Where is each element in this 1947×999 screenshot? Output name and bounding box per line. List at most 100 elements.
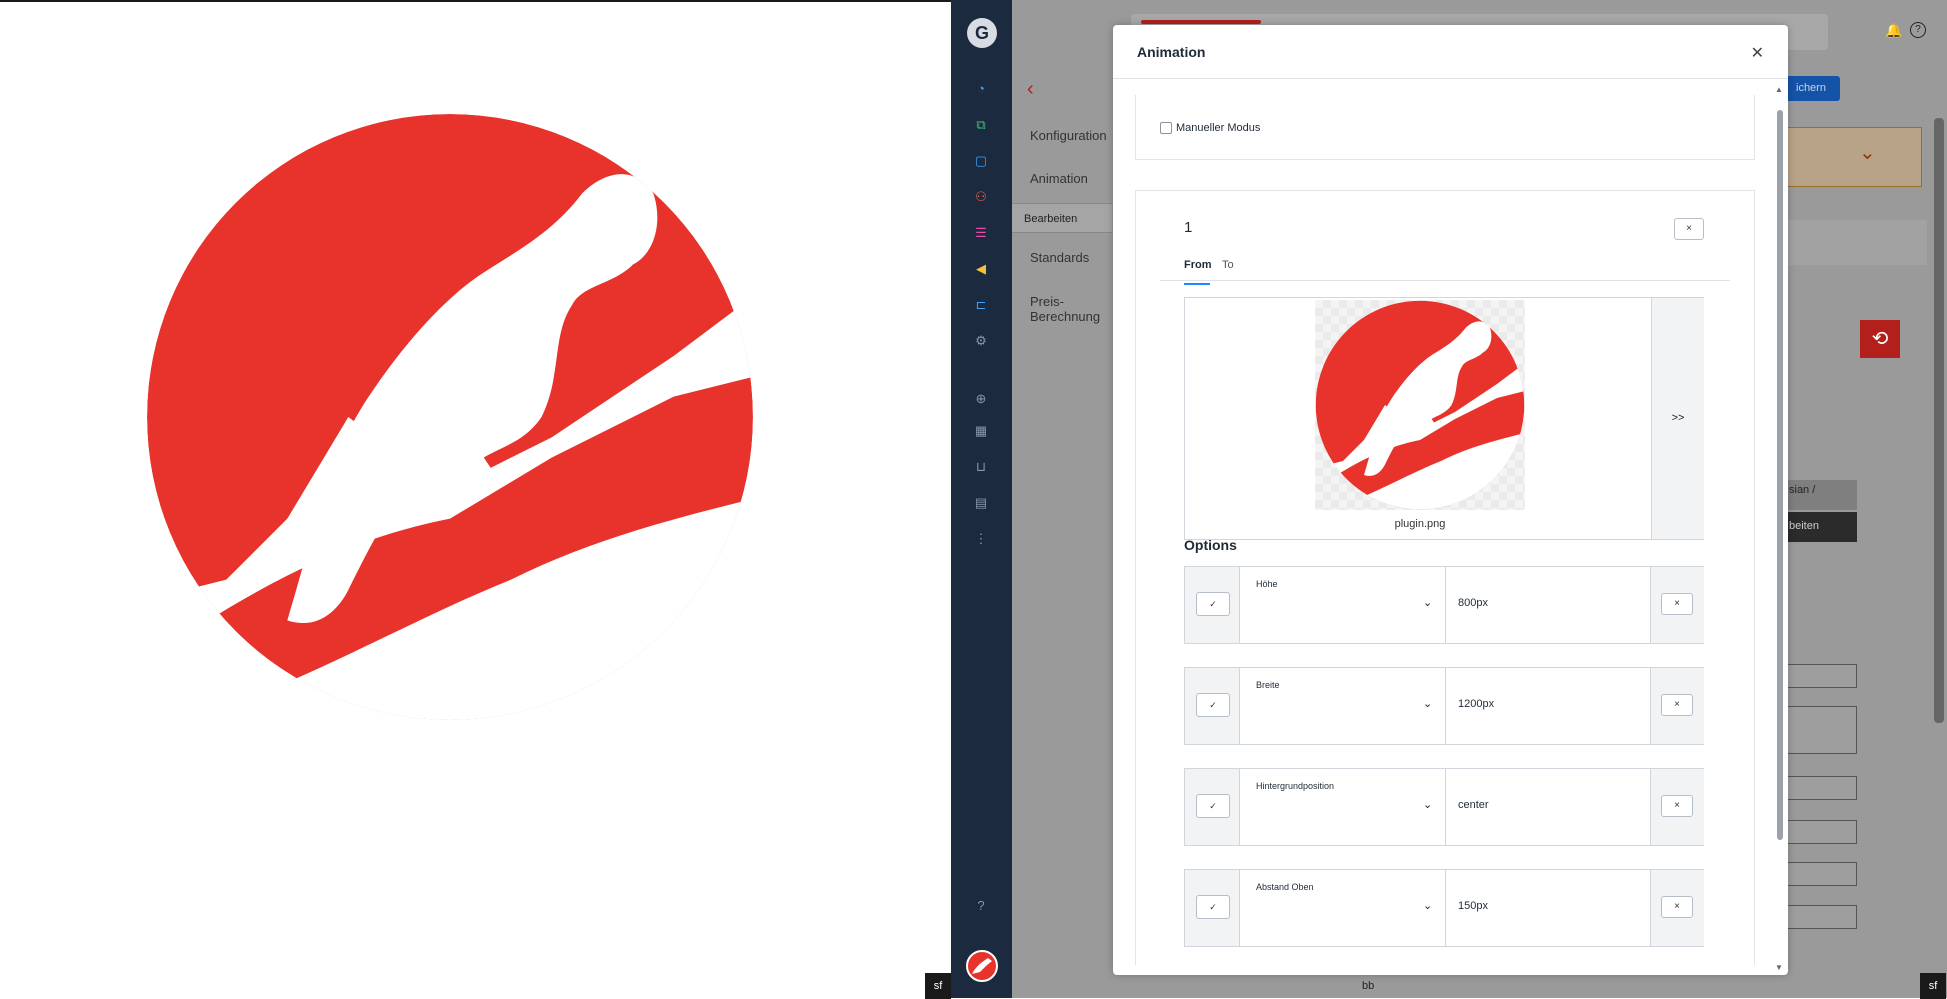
settings-card: Manueller Modus	[1135, 95, 1755, 160]
basket-icon[interactable]: ⊔	[972, 458, 990, 476]
option-select[interactable]: Breite ⌄	[1240, 668, 1446, 744]
delete-keyframe-button[interactable]: ×	[1674, 218, 1704, 240]
manual-mode-checkbox[interactable]: Manueller Modus	[1160, 122, 1260, 134]
modal-title: Animation	[1137, 44, 1206, 60]
extensions-icon[interactable]: ⊏	[972, 296, 990, 314]
help-icon[interactable]: ?	[1910, 22, 1926, 38]
marketing-icon[interactable]: ◀	[972, 260, 990, 278]
back-arrow-icon[interactable]: ‹	[1027, 78, 1034, 101]
side-field-2[interactable]	[1783, 706, 1857, 754]
option-row: ✓ Hintergrundposition ⌄ center ×	[1184, 768, 1704, 846]
scrollbar-thumb[interactable]	[1777, 110, 1783, 840]
edit-side-button[interactable]: beiten	[1783, 512, 1857, 542]
manual-mode-label: Manueller Modus	[1176, 122, 1261, 134]
chevron-down-icon: ⌄	[1859, 142, 1876, 164]
scroll-up-icon[interactable]: ▲	[1775, 85, 1783, 94]
customers-icon[interactable]: ⚇	[972, 188, 990, 206]
option-apply-cell: ✓	[1185, 769, 1240, 845]
keyframe-number: 1	[1184, 219, 1193, 236]
content-icon[interactable]: ☰	[972, 224, 990, 242]
notification-bell-icon[interactable]: 🔔	[1885, 22, 1902, 39]
side-text-block: sian /	[1783, 480, 1857, 510]
modal-body: Manueller Modus 1 × From To plugin.png >…	[1135, 95, 1755, 965]
nav-item-preis-berechnung[interactable]: Preis- Berechnung	[1030, 294, 1100, 324]
symfony-toolbar-icon[interactable]: sf	[925, 973, 951, 999]
option-apply-cell: ✓	[1185, 870, 1240, 946]
user-avatar[interactable]	[966, 950, 998, 982]
image-thumbnail[interactable]	[1315, 300, 1525, 510]
option-select[interactable]: Abstand Oben ⌄	[1240, 870, 1446, 946]
reports-icon[interactable]: ▤	[972, 494, 990, 512]
option-value-input[interactable]: center	[1446, 769, 1651, 845]
nav-item-konfiguration[interactable]: Konfiguration	[1030, 128, 1107, 143]
modal-scrollbar[interactable]: ▲ ▼	[1775, 85, 1785, 975]
shopware-logo[interactable]: G	[967, 18, 997, 48]
nav-item-animation[interactable]: Animation	[1030, 171, 1088, 186]
side-field-3[interactable]	[1783, 776, 1857, 800]
option-value-input[interactable]: 150px	[1446, 870, 1651, 946]
warning-banner[interactable]: ⌄	[1783, 127, 1922, 187]
side-field-5[interactable]	[1783, 862, 1857, 886]
option-apply-cell: ✓	[1185, 567, 1240, 643]
symfony-toolbar-icon-right[interactable]: sf	[1920, 973, 1946, 999]
option-select-label: Höhe	[1256, 579, 1278, 589]
apply-button[interactable]: ✓	[1196, 592, 1230, 616]
chevron-down-icon: ⌄	[1423, 900, 1433, 912]
apply-button[interactable]: ✓	[1196, 895, 1230, 919]
side-date-field[interactable]	[1783, 905, 1857, 929]
settings-icon[interactable]: ⚙	[972, 332, 990, 350]
main-sidebar: G ◔ ⧉ ▢ ⚇ ☰ ◀ ⊏ ⚙ ⊕ ▦ ⊔ ▤ ⋮ ?	[951, 0, 1012, 998]
option-remove-cell: ×	[1651, 870, 1704, 946]
options-title: Options	[1184, 537, 1237, 553]
remove-option-button[interactable]: ×	[1661, 795, 1693, 817]
remove-option-button[interactable]: ×	[1661, 593, 1693, 615]
tab-to[interactable]: To	[1222, 259, 1234, 271]
side-field-1[interactable]	[1783, 664, 1857, 688]
option-row: ✓ Abstand Oben ⌄ 150px ×	[1184, 869, 1704, 947]
cougar-avatar-icon	[972, 958, 992, 974]
chevron-down-icon: ⌄	[1423, 799, 1433, 811]
nav-item-bearbeiten[interactable]: Bearbeiten	[1012, 203, 1112, 233]
remove-option-button[interactable]: ×	[1661, 896, 1693, 918]
option-select[interactable]: Hintergrundposition ⌄	[1240, 769, 1446, 845]
keyframe-panel: 1 × From To plugin.png >> Options ✓ Höhe…	[1160, 191, 1730, 965]
apply-button[interactable]: ✓	[1196, 693, 1230, 717]
image-preview-pane	[0, 2, 951, 998]
option-apply-cell: ✓	[1185, 668, 1240, 744]
option-select-label: Breite	[1256, 680, 1280, 690]
keyframe-card: 1 × From To plugin.png >> Options ✓ Höhe…	[1135, 190, 1755, 965]
media-field[interactable]: plugin.png >>	[1184, 297, 1704, 540]
analytics-icon[interactable]: ▦	[972, 422, 990, 440]
option-select[interactable]: Höhe ⌄	[1240, 567, 1446, 643]
media-next-button[interactable]: >>	[1651, 298, 1704, 539]
checkbox-box[interactable]	[1160, 122, 1172, 134]
from-to-tabs: From To	[1160, 247, 1730, 285]
help-icon[interactable]: ?	[972, 897, 990, 915]
side-field-4[interactable]	[1783, 820, 1857, 844]
more-icon[interactable]: ⋮	[972, 530, 990, 548]
undo-icon[interactable]: ⟲	[1860, 320, 1900, 358]
option-remove-cell: ×	[1651, 769, 1704, 845]
add-icon[interactable]: ⊕	[972, 390, 990, 408]
option-value-input[interactable]: 1200px	[1446, 668, 1651, 744]
apply-button[interactable]: ✓	[1196, 794, 1230, 818]
close-icon[interactable]: ✕	[1751, 43, 1764, 63]
scroll-down-icon[interactable]: ▼	[1775, 963, 1783, 972]
media-filename: plugin.png	[1394, 518, 1446, 530]
cougar-logo-thumb	[1315, 300, 1525, 510]
dashboard-icon[interactable]: ◔	[972, 80, 990, 98]
tab-from[interactable]: From	[1184, 259, 1212, 285]
nav-item-standards[interactable]: Standards	[1030, 250, 1089, 265]
option-remove-cell: ×	[1651, 668, 1704, 744]
remove-option-button[interactable]: ×	[1661, 694, 1693, 716]
option-value-input[interactable]: 800px	[1446, 567, 1651, 643]
chevron-down-icon: ⌄	[1423, 597, 1433, 609]
footer-text: bb	[1362, 980, 1375, 992]
orders-icon[interactable]: ▢	[972, 152, 990, 170]
option-row: ✓ Breite ⌄ 1200px ×	[1184, 667, 1704, 745]
catalog-icon[interactable]: ⧉	[972, 116, 990, 134]
page-scrollbar[interactable]	[1934, 118, 1944, 723]
animation-modal: Animation ✕ ▲ ▼ Manueller Modus 1 × From…	[1113, 25, 1788, 975]
option-row: ✓ Höhe ⌄ 800px ×	[1184, 566, 1704, 644]
option-remove-cell: ×	[1651, 567, 1704, 643]
